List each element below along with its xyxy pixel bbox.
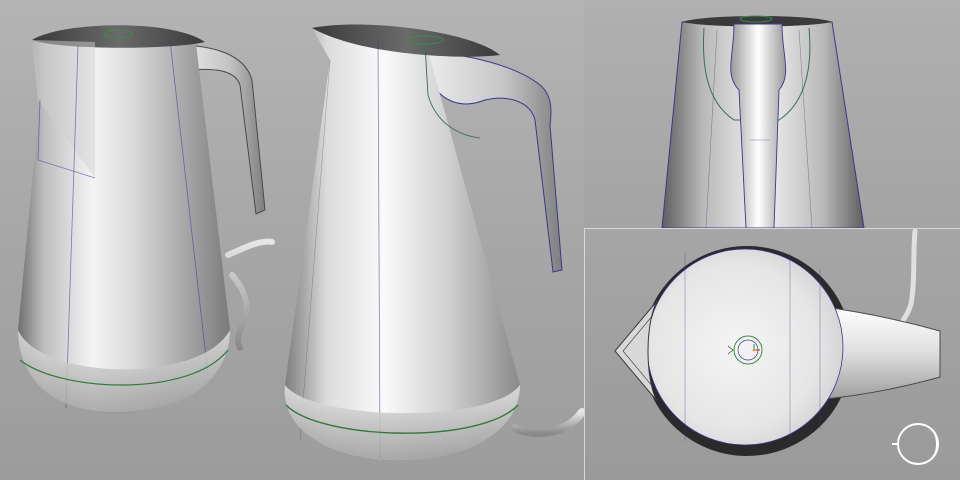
- kettle-top: [614, 229, 941, 456]
- top-viewport[interactable]: [584, 228, 960, 480]
- view-cube-icon[interactable]: [892, 423, 939, 465]
- front-viewport[interactable]: [584, 0, 960, 228]
- front-canvas: [661, 15, 865, 228]
- kettle-left: [18, 25, 275, 414]
- kettle-front: [661, 15, 865, 228]
- kettle-middle: [284, 24, 586, 460]
- top-canvas: [614, 229, 941, 465]
